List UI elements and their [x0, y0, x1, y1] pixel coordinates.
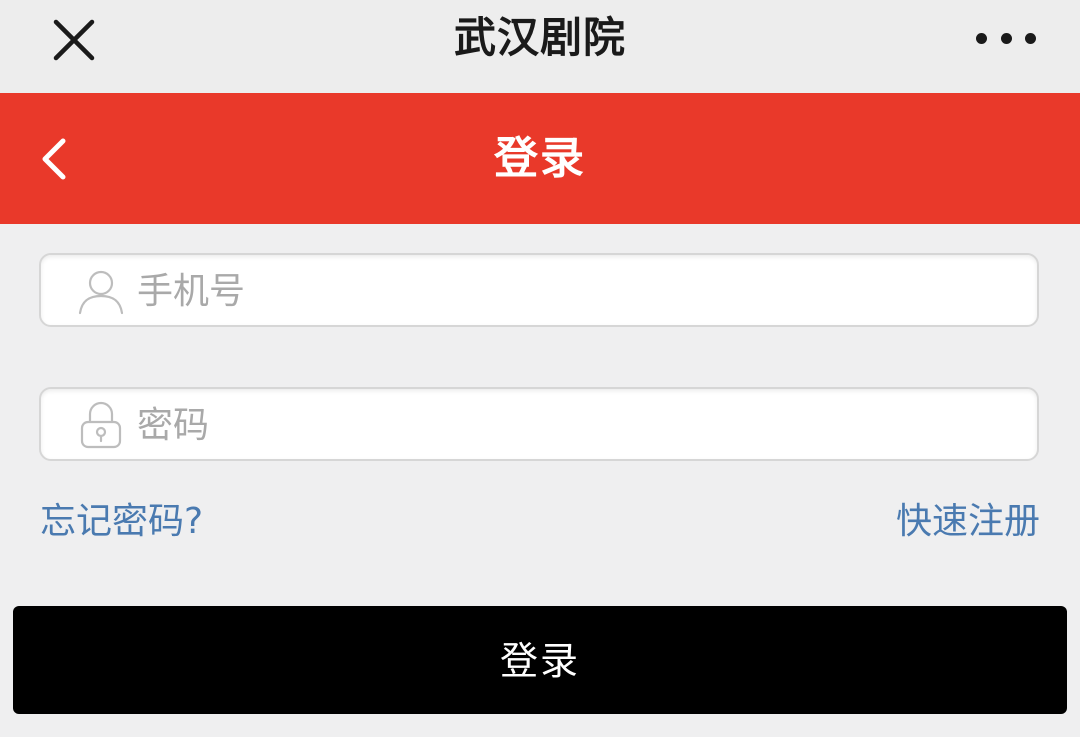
window-top-bar: 武汉剧院 — [0, 0, 1080, 93]
phone-input[interactable] — [137, 263, 1017, 319]
password-field[interactable] — [39, 387, 1039, 461]
password-input[interactable] — [137, 397, 1017, 453]
user-icon — [75, 265, 127, 317]
page-title: 登录 — [494, 133, 586, 184]
page-header: 登录 — [0, 93, 1080, 224]
more-icon — [976, 32, 987, 44]
more-button[interactable] — [976, 18, 1036, 58]
forgot-password-link[interactable]: 忘记密码? — [40, 496, 203, 548]
phone-field[interactable] — [39, 253, 1039, 327]
more-icon — [1000, 32, 1012, 44]
quick-register-link[interactable]: 快速注册 — [896, 496, 1040, 548]
login-button[interactable]: 登录 — [13, 606, 1067, 714]
login-page: 武汉剧院 登录 手机号 忘记密码? 快速注册 登录 — [0, 0, 1080, 737]
window-title: 武汉剧院 — [453, 13, 626, 62]
lock-icon — [75, 399, 127, 451]
more-icon — [1025, 32, 1036, 44]
